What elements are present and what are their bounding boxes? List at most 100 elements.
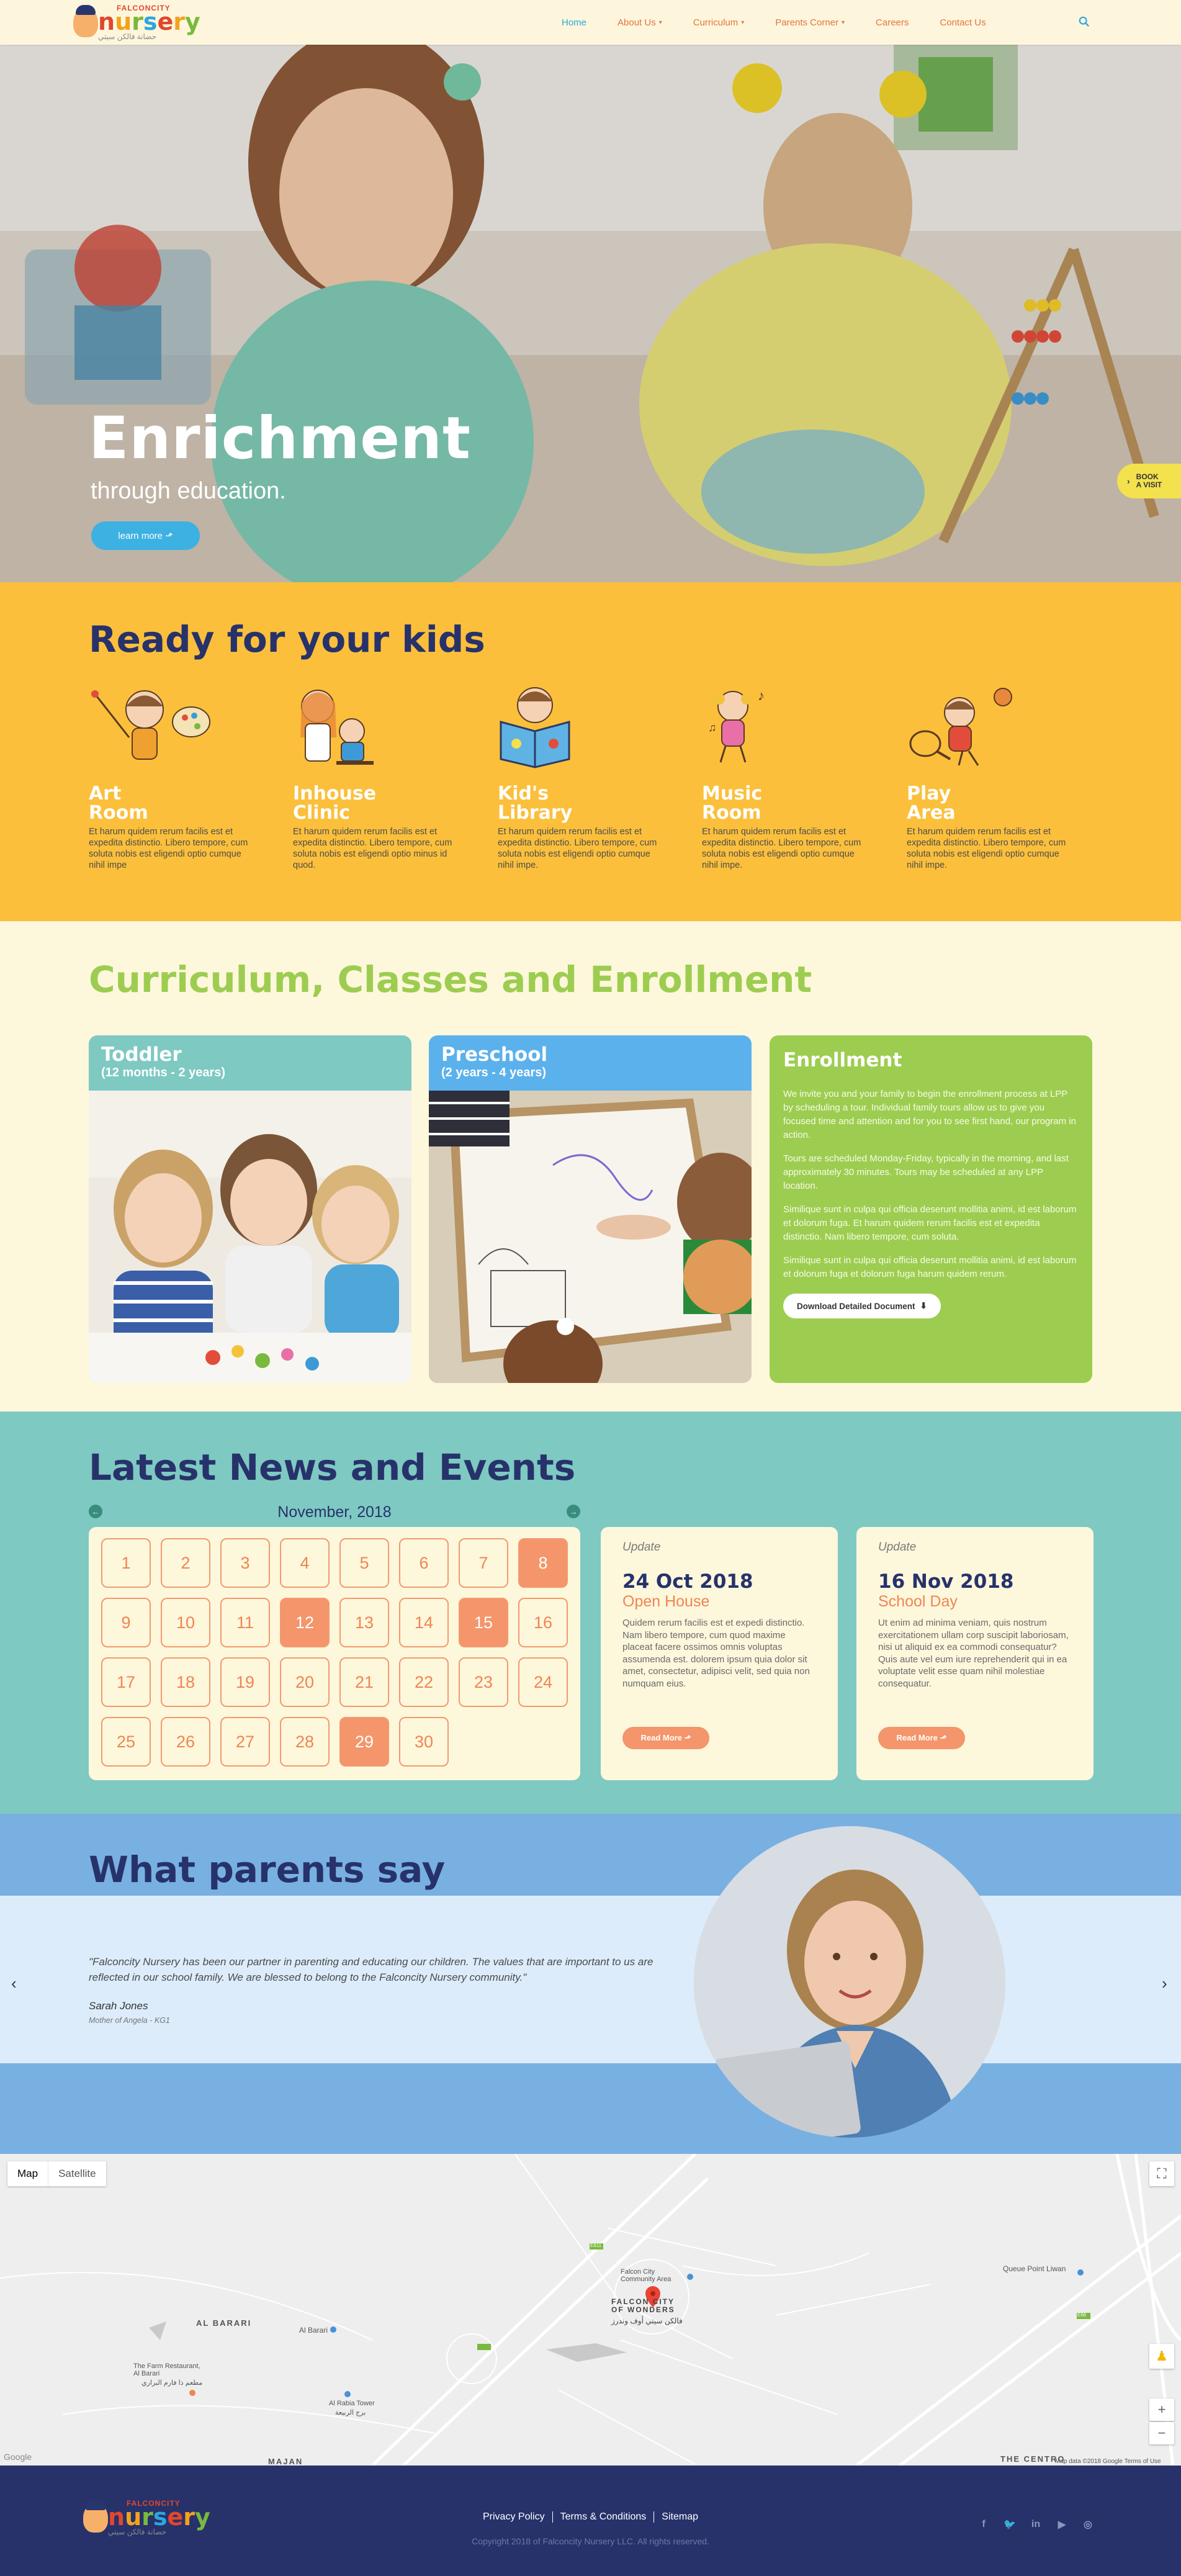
read-more-button[interactable]: Read More ⬏ bbox=[622, 1727, 709, 1749]
svg-text:♪: ♪ bbox=[758, 688, 765, 703]
google-map[interactable]: Map Satellite AL BARARI MAJAN THE CENTRO… bbox=[0, 2154, 1181, 2466]
nav-parents-corner[interactable]: Parents Corner ▾ bbox=[775, 17, 845, 28]
linkedin-icon[interactable]: in bbox=[1029, 2518, 1043, 2531]
calendar-day[interactable]: 29 bbox=[339, 1717, 389, 1767]
map-label: MAJAN bbox=[268, 2457, 303, 2466]
calendar-day[interactable]: 5 bbox=[339, 1538, 389, 1588]
calendar-day[interactable]: 17 bbox=[101, 1657, 151, 1707]
feature-title-line1: Art bbox=[89, 783, 122, 804]
main-nav: Home About Us ▾ Curriculum ▾ Parents Corne… bbox=[562, 0, 1017, 45]
nav-home[interactable]: Home bbox=[562, 17, 586, 28]
twitter-icon[interactable]: 🐦 bbox=[1003, 2518, 1017, 2531]
calendar-day[interactable]: 19 bbox=[220, 1657, 270, 1707]
play-icon bbox=[909, 688, 1012, 766]
calendar-day[interactable]: 6 bbox=[399, 1538, 449, 1588]
calendar-day[interactable]: 14 bbox=[399, 1598, 449, 1647]
map-tab[interactable]: Map bbox=[7, 2161, 48, 2186]
music-icon: ♪♫ bbox=[708, 688, 765, 763]
feature-title-line1: Play bbox=[907, 783, 951, 804]
nav-curriculum[interactable]: Curriculum ▾ bbox=[693, 17, 745, 28]
zoom-in-icon[interactable]: + bbox=[1149, 2398, 1174, 2421]
book-visit-button[interactable]: › BOOK A VISIT bbox=[1117, 464, 1181, 498]
feature-title-line2: Clinic bbox=[293, 802, 351, 824]
nav-about-us[interactable]: About Us ▾ bbox=[617, 17, 662, 28]
enrollment-title: Enrollment bbox=[783, 1049, 902, 1071]
feature-text: Et harum quidem rerum facilis est et exp… bbox=[498, 827, 657, 870]
calendar-day[interactable]: 16 bbox=[518, 1598, 568, 1647]
search-icon[interactable] bbox=[1079, 16, 1090, 27]
testimonial-section: What parents say "Falconcity Nursery has… bbox=[0, 1814, 1181, 2154]
nav-careers[interactable]: Careers bbox=[876, 17, 909, 28]
calendar-day[interactable]: 1 bbox=[101, 1538, 151, 1588]
enrollment-paragraph: Similique sunt in culpa qui officia dese… bbox=[783, 1204, 1077, 1242]
download-document-button[interactable]: Download Detailed Document ⬇ bbox=[783, 1294, 941, 1318]
download-document-label: Download Detailed Document bbox=[797, 1301, 915, 1311]
feature-text: Et harum quidem rerum facilis est et exp… bbox=[89, 827, 248, 870]
feature-title-line2: Room bbox=[89, 802, 148, 824]
calendar-day[interactable]: 15 bbox=[459, 1598, 508, 1647]
copyright: Copyright 2018 of Falconcity Nursery LLC… bbox=[472, 2536, 709, 2546]
chevron-right-icon[interactable]: › bbox=[1162, 1974, 1167, 1993]
clinic-icon bbox=[300, 690, 374, 765]
chevron-right-icon: › bbox=[1127, 476, 1130, 486]
map-label: E66 bbox=[1077, 2312, 1087, 2318]
satellite-tab[interactable]: Satellite bbox=[48, 2161, 106, 2186]
news-card-date: 16 Nov 2018 bbox=[878, 1570, 1014, 1593]
calendar-day[interactable]: 8 bbox=[518, 1538, 568, 1588]
learn-more-button[interactable]: learn more ⬏ bbox=[91, 521, 200, 550]
calendar-day[interactable]: 20 bbox=[280, 1657, 330, 1707]
terms-link[interactable]: Terms & Conditions bbox=[553, 2511, 655, 2523]
privacy-policy-link[interactable]: Privacy Policy bbox=[475, 2511, 553, 2523]
map-label: AL BARARI bbox=[196, 2318, 252, 2328]
calendar-day[interactable]: 23 bbox=[459, 1657, 508, 1707]
calendar-day[interactable]: 28 bbox=[280, 1717, 330, 1767]
map-attribution[interactable]: Map data ©2018 Google Terms of Use bbox=[1055, 2458, 1161, 2465]
calendar-day[interactable]: 4 bbox=[280, 1538, 330, 1588]
calendar-day[interactable]: 11 bbox=[220, 1598, 270, 1647]
instagram-icon[interactable]: ◎ bbox=[1081, 2518, 1095, 2531]
calendar-day[interactable]: 18 bbox=[161, 1657, 210, 1707]
calendar-day[interactable]: 9 bbox=[101, 1598, 151, 1647]
calendar-day[interactable]: 12 bbox=[280, 1598, 330, 1647]
calendar-day[interactable]: 3 bbox=[220, 1538, 270, 1588]
library-icon bbox=[500, 687, 570, 768]
testimonial-quote: "Falconcity Nursery has been our partner… bbox=[89, 1956, 653, 1983]
enrollment-paragraph: Similique sunt in culpa qui officia dese… bbox=[783, 1255, 1077, 1279]
sitemap-link[interactable]: Sitemap bbox=[654, 2511, 706, 2523]
facebook-icon[interactable]: f bbox=[977, 2518, 990, 2531]
calendar-day[interactable]: 25 bbox=[101, 1717, 151, 1767]
calendar-day[interactable]: 27 bbox=[220, 1717, 270, 1767]
calendar-day[interactable]: 7 bbox=[459, 1538, 508, 1588]
news-title: Latest News and Events bbox=[89, 1446, 576, 1488]
youtube-icon[interactable]: ▶ bbox=[1055, 2518, 1069, 2531]
chevron-left-icon[interactable]: ‹ bbox=[11, 1974, 17, 1993]
news-card-label: Update bbox=[622, 1541, 661, 1554]
calendar-day[interactable]: 10 bbox=[161, 1598, 210, 1647]
feature-music-room: ♪ ♫ Music Room Et harum quidem rerum facil… bbox=[702, 682, 869, 871]
calendar-day[interactable]: 13 bbox=[339, 1598, 389, 1647]
testimonial-role: Mother of Angela - KG1 bbox=[89, 2016, 170, 2025]
calendar-day[interactable]: 22 bbox=[399, 1657, 449, 1707]
zoom-out-icon[interactable]: − bbox=[1149, 2422, 1174, 2444]
map-label: فالكن سيتي أوف وندرز bbox=[611, 2317, 683, 2325]
feature-kids-library: Kid's Library Et harum quidem rerum facil… bbox=[498, 682, 665, 871]
map-label: The Farm Restaurant, Al Barari bbox=[133, 2362, 200, 2377]
nav-contact-us[interactable]: Contact Us bbox=[940, 17, 986, 28]
calendar-day[interactable]: 26 bbox=[161, 1717, 210, 1767]
read-more-button[interactable]: Read More ⬏ bbox=[878, 1727, 965, 1749]
calendar-day[interactable]: 21 bbox=[339, 1657, 389, 1707]
pegman-icon[interactable]: ♟ bbox=[1149, 2344, 1174, 2369]
news-section: Latest News and Events ← November, 2018 … bbox=[0, 1412, 1181, 1814]
toddler-card[interactable]: Toddler (12 months - 2 years) bbox=[89, 1035, 411, 1383]
calendar-day[interactable]: 2 bbox=[161, 1538, 210, 1588]
fullscreen-icon[interactable]: ⛶ bbox=[1149, 2161, 1174, 2186]
next-month-arrow-icon[interactable]: → bbox=[567, 1505, 580, 1518]
preschool-card[interactable]: Preschool (2 years - 4 years) bbox=[429, 1035, 752, 1383]
calendar-day[interactable]: 24 bbox=[518, 1657, 568, 1707]
feature-art-room: Art Room Et harum quidem rerum facilis es… bbox=[89, 682, 256, 871]
map-label: FALCON CITY OF WONDERS bbox=[611, 2297, 675, 2314]
logo-main-text: nursery bbox=[98, 8, 200, 35]
toddler-photo bbox=[89, 1091, 411, 1383]
logo[interactable]: FALCONCITY nursery حضانة فالكن سيتي bbox=[73, 4, 200, 41]
calendar-day[interactable]: 30 bbox=[399, 1717, 449, 1767]
